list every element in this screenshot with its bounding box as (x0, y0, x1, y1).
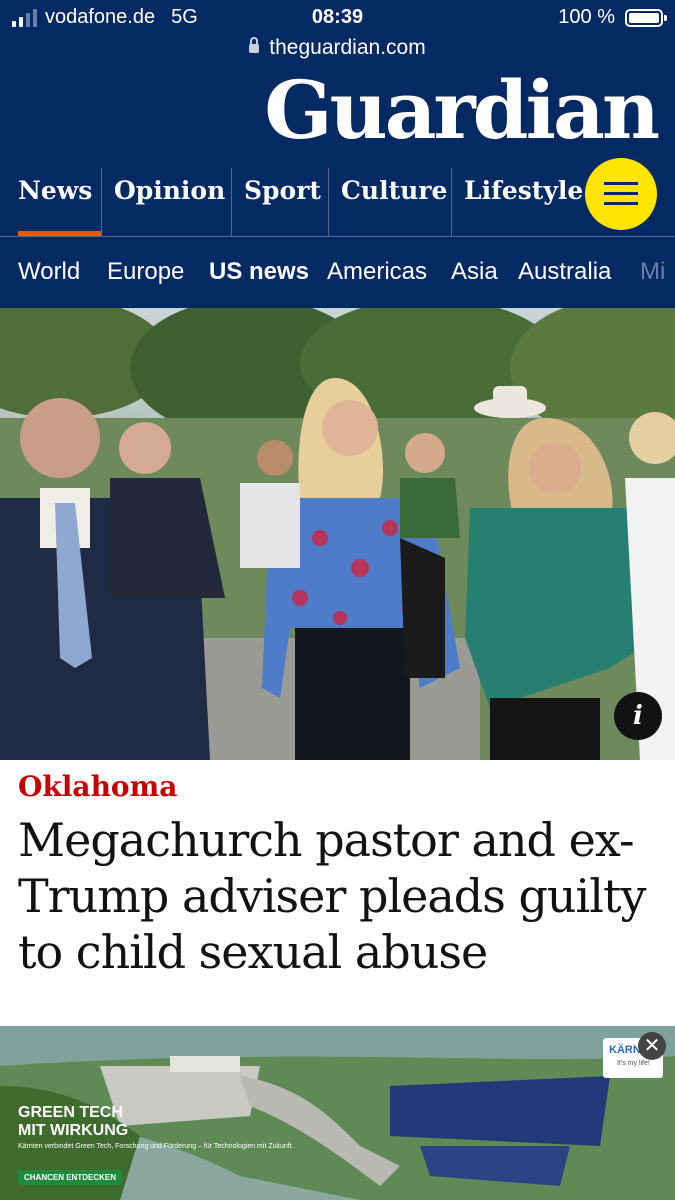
address-bar[interactable]: theguardian.com (0, 36, 675, 60)
pillar-news[interactable]: News (6, 168, 102, 236)
status-bar: vodafone.de 5G 08:39 100 % (0, 6, 675, 32)
pillar-nav: News Opinion Sport Culture Lifestyle (0, 168, 675, 236)
guardian-logo[interactable]: Guardian (264, 64, 660, 156)
ad-logo-tagline: It's my life! (617, 1060, 650, 1067)
article-kicker[interactable]: Oklahoma (18, 770, 177, 803)
battery-percent: 100 % (558, 6, 615, 28)
site-header: vodafone.de 5G 08:39 100 % theguardian.c… (0, 0, 675, 308)
ad-subtitle: Kärnten verbindet Green Tech, Forschung … (18, 1143, 294, 1150)
ad-title: GREEN TECH MIT WIRKUNG (18, 1104, 128, 1140)
close-icon[interactable]: ✕ (638, 1032, 666, 1060)
pillar-sport[interactable]: Sport (231, 168, 329, 236)
menu-icon (604, 182, 638, 185)
pillar-lifestyle[interactable]: Lifestyle (451, 168, 585, 236)
subnav-more[interactable]: Mi (640, 258, 665, 286)
pillar-label: Opinion (114, 176, 226, 205)
subnav-australia[interactable]: Australia (518, 258, 611, 286)
subnav-world[interactable]: World (18, 258, 80, 286)
article-photo[interactable] (0, 308, 675, 760)
divider (0, 236, 675, 237)
pillar-culture[interactable]: Culture (328, 168, 452, 236)
section-subnav: World Europe US news Americas Asia Austr… (0, 258, 675, 298)
pillar-label: Sport (244, 176, 321, 205)
pillar-opinion[interactable]: Opinion (101, 168, 232, 236)
photo-illustration (0, 308, 675, 760)
subnav-asia[interactable]: Asia (451, 258, 498, 286)
pillar-label: Lifestyle (464, 176, 584, 205)
lock-icon (249, 37, 260, 53)
menu-button[interactable] (585, 158, 657, 230)
url-text: theguardian.com (269, 36, 426, 59)
battery-icon (625, 8, 667, 27)
subnav-europe[interactable]: Europe (107, 258, 184, 286)
subnav-americas[interactable]: Americas (327, 258, 427, 286)
advertisement[interactable]: GREEN TECH MIT WIRKUNG Kärnten verbindet… (0, 1026, 675, 1200)
ad-title-line: GREEN TECH (18, 1104, 123, 1121)
ad-title-line: MIT WIRKUNG (18, 1122, 129, 1139)
info-icon[interactable]: i (614, 692, 662, 740)
pillar-label: Culture (341, 176, 448, 205)
pillar-label: News (18, 176, 93, 205)
ad-cta-button[interactable]: CHANCEN ENTDECKEN (18, 1170, 123, 1185)
subnav-us-news[interactable]: US news (209, 258, 309, 286)
article-headline[interactable]: Megachurch pastor and ex-Trump adviser p… (18, 812, 663, 980)
